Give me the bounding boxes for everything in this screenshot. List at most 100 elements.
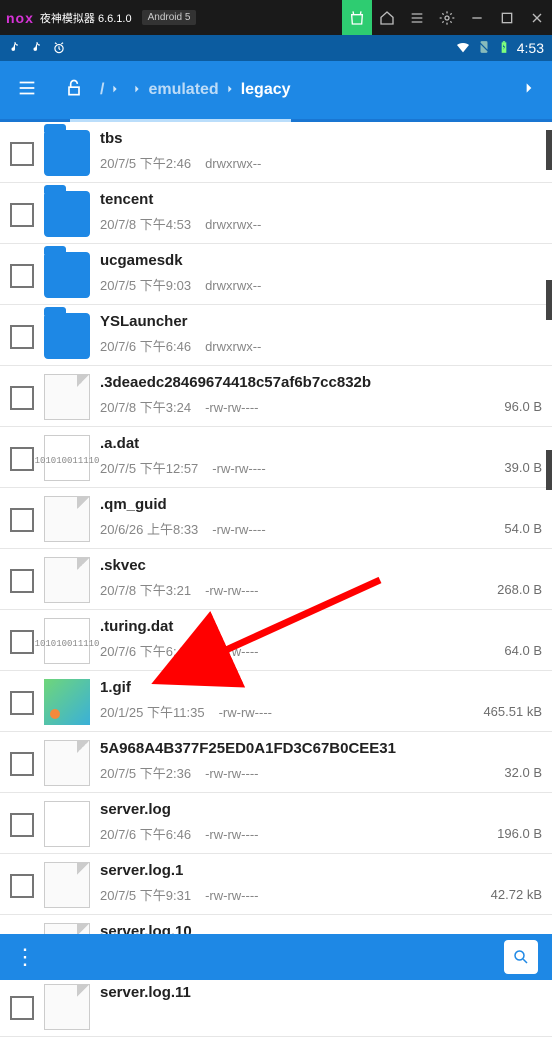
checkbox[interactable] (10, 630, 34, 654)
checkbox[interactable] (10, 203, 34, 227)
file-meta: 20/7/5 下午2:36-rw-rw---- (100, 763, 496, 782)
file-size: 32.0 B (504, 765, 542, 786)
file-row[interactable]: tencent 20/7/8 下午4:53drwxrwx-- (0, 183, 552, 244)
battery-icon (497, 40, 511, 57)
breadcrumb-emulated[interactable]: emulated (148, 81, 218, 99)
file-name: ucgamesdk (100, 252, 534, 269)
file-row[interactable]: .qm_guid 20/6/26 上午8:33-rw-rw---- 54.0 B (0, 488, 552, 549)
file-meta: 20/6/26 上午8:33-rw-rw---- (100, 519, 496, 538)
file-name: .qm_guid (100, 496, 496, 513)
breadcrumb[interactable]: / emulated legacy (100, 81, 514, 99)
checkbox[interactable] (10, 996, 34, 1020)
file-meta: 20/7/6 下午6:44-rw-rw---- (100, 641, 496, 660)
chevron-right-icon (132, 81, 142, 99)
sidebar-handle[interactable] (546, 130, 552, 170)
file-name: server.log.1 (100, 862, 483, 879)
store-icon[interactable] (342, 0, 372, 35)
file-meta: 20/7/5 下午9:03drwxrwx-- (100, 275, 534, 294)
image-thumbnail (44, 679, 90, 725)
file-meta: 20/7/8 下午3:24-rw-rw---- (100, 397, 496, 416)
binary-file-icon: 101010011110 (44, 435, 90, 481)
folder-icon (44, 252, 90, 298)
file-name: 1.gif (100, 679, 475, 696)
file-name: tbs (100, 130, 534, 147)
file-row[interactable]: 101010011110.a.dat20/7/5 下午12:57-rw-rw--… (0, 427, 552, 488)
maximize-icon[interactable] (492, 0, 522, 35)
file-name: .a.dat (100, 435, 496, 452)
file-row[interactable]: YSLauncher 20/7/6 下午6:46drwxrwx-- (0, 305, 552, 366)
file-meta: 20/7/5 下午2:46drwxrwx-- (100, 153, 534, 172)
text-file-icon (44, 801, 90, 847)
file-row[interactable]: server.log20/7/6 下午6:46-rw-rw----196.0 B (0, 793, 552, 854)
file-row[interactable]: tbs 20/7/5 下午2:46drwxrwx-- (0, 122, 552, 183)
checkbox[interactable] (10, 325, 34, 349)
android-status-bar: 4:53 (0, 35, 552, 61)
checkbox[interactable] (10, 569, 34, 593)
checkbox[interactable] (10, 752, 34, 776)
file-manager-toolbar: / emulated legacy (0, 61, 552, 119)
close-icon[interactable] (522, 0, 552, 35)
checkbox[interactable] (10, 691, 34, 715)
checkbox[interactable] (10, 447, 34, 471)
checkbox[interactable] (10, 508, 34, 532)
file-row[interactable]: 5A968A4B377F25ED0A1FD3C67B0CEE31 20/7/5 下… (0, 732, 552, 793)
emulator-titlebar: nox 夜神模拟器 6.6.1.0 Android 5 (0, 0, 552, 35)
wifi-icon (455, 39, 471, 58)
file-meta: 20/7/6 下午6:46drwxrwx-- (100, 336, 534, 355)
file-icon (44, 496, 90, 542)
file-size: 465.51 kB (483, 704, 542, 725)
file-row[interactable]: .3deaedc28469674418c57af6b7cc832b 20/7/8 … (0, 366, 552, 427)
lock-open-icon[interactable] (56, 70, 92, 111)
checkbox[interactable] (10, 264, 34, 288)
chevron-right-icon (225, 81, 235, 99)
clock-time: 4:53 (517, 40, 544, 56)
sidebar-handle[interactable] (546, 450, 552, 490)
file-icon (44, 740, 90, 786)
no-sim-icon (477, 40, 491, 57)
chevron-right-icon (110, 81, 120, 99)
file-row[interactable]: ucgamesdk 20/7/5 下午9:03drwxrwx-- (0, 244, 552, 305)
file-name: YSLauncher (100, 313, 534, 330)
file-name: .skvec (100, 557, 489, 574)
file-row[interactable]: server.log.11 (0, 976, 552, 1037)
sidebar-handle[interactable] (546, 280, 552, 320)
file-meta: 20/7/5 下午9:31-rw-rw---- (100, 885, 483, 904)
file-meta: 20/1/25 下午11:35-rw-rw---- (100, 702, 475, 721)
checkbox[interactable] (10, 874, 34, 898)
folder-icon (44, 313, 90, 359)
file-name: server.log (100, 801, 489, 818)
file-meta: 20/7/8 下午4:53drwxrwx-- (100, 214, 534, 233)
file-row[interactable]: 1.gif 20/1/25 下午11:35-rw-rw---- 465.51 kB (0, 671, 552, 732)
file-name: .3deaedc28469674418c57af6b7cc832b (100, 374, 496, 391)
file-icon (44, 984, 90, 1030)
checkbox[interactable] (10, 142, 34, 166)
folder-icon (44, 130, 90, 176)
breadcrumb-root[interactable]: / (100, 81, 104, 99)
file-row[interactable]: server.log.120/7/5 下午9:31-rw-rw----42.72… (0, 854, 552, 915)
file-name: 5A968A4B377F25ED0A1FD3C67B0CEE31 (100, 740, 496, 757)
settings-gear-icon[interactable] (432, 0, 462, 35)
menu-icon[interactable] (8, 69, 46, 112)
menu-lines-icon[interactable] (402, 0, 432, 35)
checkbox[interactable] (10, 813, 34, 837)
file-list[interactable]: tbs 20/7/5 下午2:46drwxrwx-- tencent 20/7/8 下… (0, 122, 552, 1037)
search-button[interactable] (504, 940, 538, 974)
file-row[interactable]: .skvec20/7/8 下午3:21-rw-rw----268.0 B (0, 549, 552, 610)
home-icon[interactable] (372, 0, 402, 35)
nox-logo: nox (6, 10, 34, 26)
checkbox[interactable] (10, 386, 34, 410)
chevron-right-icon[interactable] (514, 73, 544, 108)
file-icon (44, 862, 90, 908)
tiktok-icon (8, 41, 22, 55)
file-name: tencent (100, 191, 534, 208)
file-size: 268.0 B (497, 582, 542, 603)
file-name: .turing.dat (100, 618, 496, 635)
breadcrumb-legacy[interactable]: legacy (241, 81, 291, 99)
alarm-icon (52, 41, 66, 55)
file-size: 54.0 B (504, 521, 542, 542)
emulator-title: 夜神模拟器 6.6.1.0 (40, 10, 132, 26)
bottom-toolbar: ⋮ (0, 934, 552, 980)
minimize-icon[interactable] (462, 0, 492, 35)
file-row[interactable]: 101010011110.turing.dat20/7/6 下午6:44-rw-… (0, 610, 552, 671)
more-options-icon[interactable]: ⋮ (14, 944, 36, 970)
